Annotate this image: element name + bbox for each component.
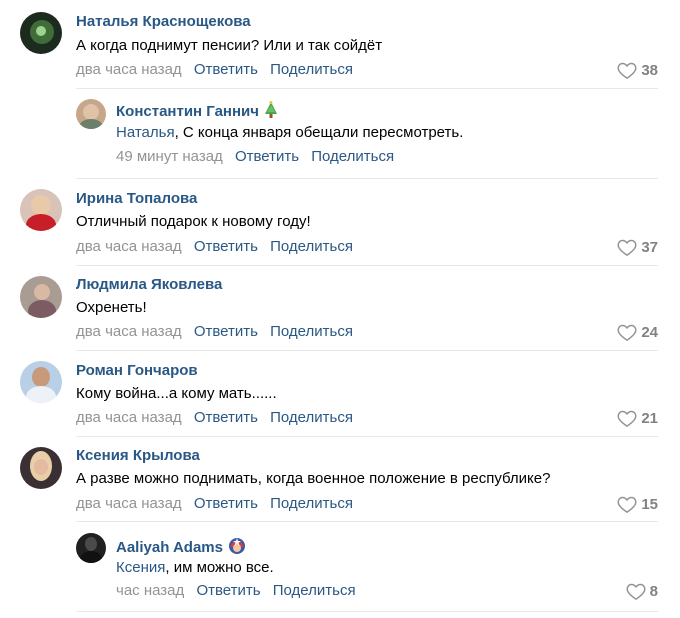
comment-author[interactable]: Роман Гончаров: [76, 362, 198, 380]
heart-icon: [617, 410, 637, 428]
mention-link[interactable]: Ксения: [116, 559, 165, 576]
share-button[interactable]: Поделиться: [270, 409, 353, 426]
comment-text: Охренеть!: [76, 299, 147, 316]
avatar[interactable]: [20, 276, 62, 318]
divider: [76, 611, 658, 612]
mention-link[interactable]: Наталья: [116, 124, 175, 141]
comment-text: Ксения, им можно все.: [116, 559, 274, 577]
comment-meta: два часа назад Ответить Поделиться: [76, 323, 353, 341]
reply-button[interactable]: Ответить: [196, 582, 260, 599]
like-button[interactable]: 15: [617, 495, 658, 514]
comment-author-name[interactable]: Константин Ганнич: [116, 103, 259, 120]
reply-button[interactable]: Ответить: [194, 495, 258, 512]
reply-button[interactable]: Ответить: [194, 238, 258, 255]
divider: [76, 265, 658, 266]
avatar[interactable]: [20, 447, 62, 489]
comment-text: Кому война...а кому мать......: [76, 385, 277, 402]
comment-text: А когда поднимут пенсии? Или и так сойдё…: [76, 37, 383, 54]
comment-text-body: , С конца января обещали пересмотреть.: [174, 124, 464, 141]
reply-button[interactable]: Ответить: [194, 409, 258, 426]
comment-meta: час назад Ответить Поделиться: [116, 582, 356, 600]
share-button[interactable]: Поделиться: [270, 238, 353, 255]
comment-author[interactable]: Наталья Краснощекова: [76, 13, 251, 31]
share-button[interactable]: Поделиться: [270, 495, 353, 512]
captain-america-icon: [227, 537, 247, 560]
comment-time[interactable]: два часа назад: [76, 238, 182, 255]
comment-meta: два часа назад Ответить Поделиться: [76, 495, 353, 513]
avatar[interactable]: [76, 533, 106, 563]
like-count: 21: [641, 410, 658, 427]
comment-meta: два часа назад Ответить Поделиться: [76, 61, 353, 79]
comment-meta: 49 минут назад Ответить Поделиться: [116, 148, 394, 166]
avatar[interactable]: [76, 99, 106, 129]
divider: [76, 350, 658, 351]
comment-text: А разве можно поднимать, когда военное п…: [76, 470, 551, 487]
avatar[interactable]: [20, 12, 62, 54]
avatar[interactable]: [20, 361, 62, 403]
heart-icon: [626, 583, 646, 601]
divider: [76, 436, 658, 437]
christmas-tree-icon: [263, 101, 279, 124]
heart-icon: [617, 62, 637, 80]
comment-author-name[interactable]: Aaliyah Adams: [116, 539, 223, 556]
comment-time[interactable]: 49 минут назад: [116, 148, 223, 165]
comment-text: Наталья, С конца января обещали пересмот…: [116, 124, 463, 142]
share-button[interactable]: Поделиться: [273, 582, 356, 599]
heart-icon: [617, 496, 637, 514]
like-button[interactable]: 8: [626, 582, 658, 601]
comment-author[interactable]: Aaliyah Adams: [116, 537, 247, 560]
comment-text: Отличный подарок к новому году!: [76, 213, 311, 230]
heart-icon: [617, 239, 637, 257]
comment-time[interactable]: два часа назад: [76, 323, 182, 340]
divider: [76, 88, 658, 89]
comment-meta: два часа назад Ответить Поделиться: [76, 409, 353, 427]
comment-time[interactable]: час назад: [116, 582, 184, 599]
comment-text-body: , им можно все.: [165, 559, 274, 576]
like-button[interactable]: 37: [617, 238, 658, 257]
like-count: 37: [641, 239, 658, 256]
divider: [76, 178, 658, 179]
like-count: 24: [641, 324, 658, 341]
comment-author[interactable]: Ксения Крылова: [76, 447, 200, 465]
comment-meta: два часа назад Ответить Поделиться: [76, 238, 353, 256]
like-count: 8: [649, 583, 658, 600]
comment-time[interactable]: два часа назад: [76, 409, 182, 426]
share-button[interactable]: Поделиться: [270, 323, 353, 340]
like-button[interactable]: 38: [617, 61, 658, 80]
like-count: 15: [641, 496, 658, 513]
comment-author[interactable]: Константин Ганнич: [116, 101, 279, 124]
comment-time[interactable]: два часа назад: [76, 495, 182, 512]
like-button[interactable]: 21: [617, 409, 658, 428]
like-count: 38: [641, 62, 658, 79]
comment-author[interactable]: Ирина Топалова: [76, 190, 197, 208]
comment-time[interactable]: два часа назад: [76, 61, 182, 78]
reply-button[interactable]: Ответить: [235, 148, 299, 165]
reply-button[interactable]: Ответить: [194, 323, 258, 340]
heart-icon: [617, 324, 637, 342]
divider: [76, 521, 658, 522]
comment-author[interactable]: Людмила Яковлева: [76, 276, 222, 294]
share-button[interactable]: Поделиться: [270, 61, 353, 78]
avatar[interactable]: [20, 189, 62, 231]
share-button[interactable]: Поделиться: [311, 148, 394, 165]
reply-button[interactable]: Ответить: [194, 61, 258, 78]
like-button[interactable]: 24: [617, 323, 658, 342]
